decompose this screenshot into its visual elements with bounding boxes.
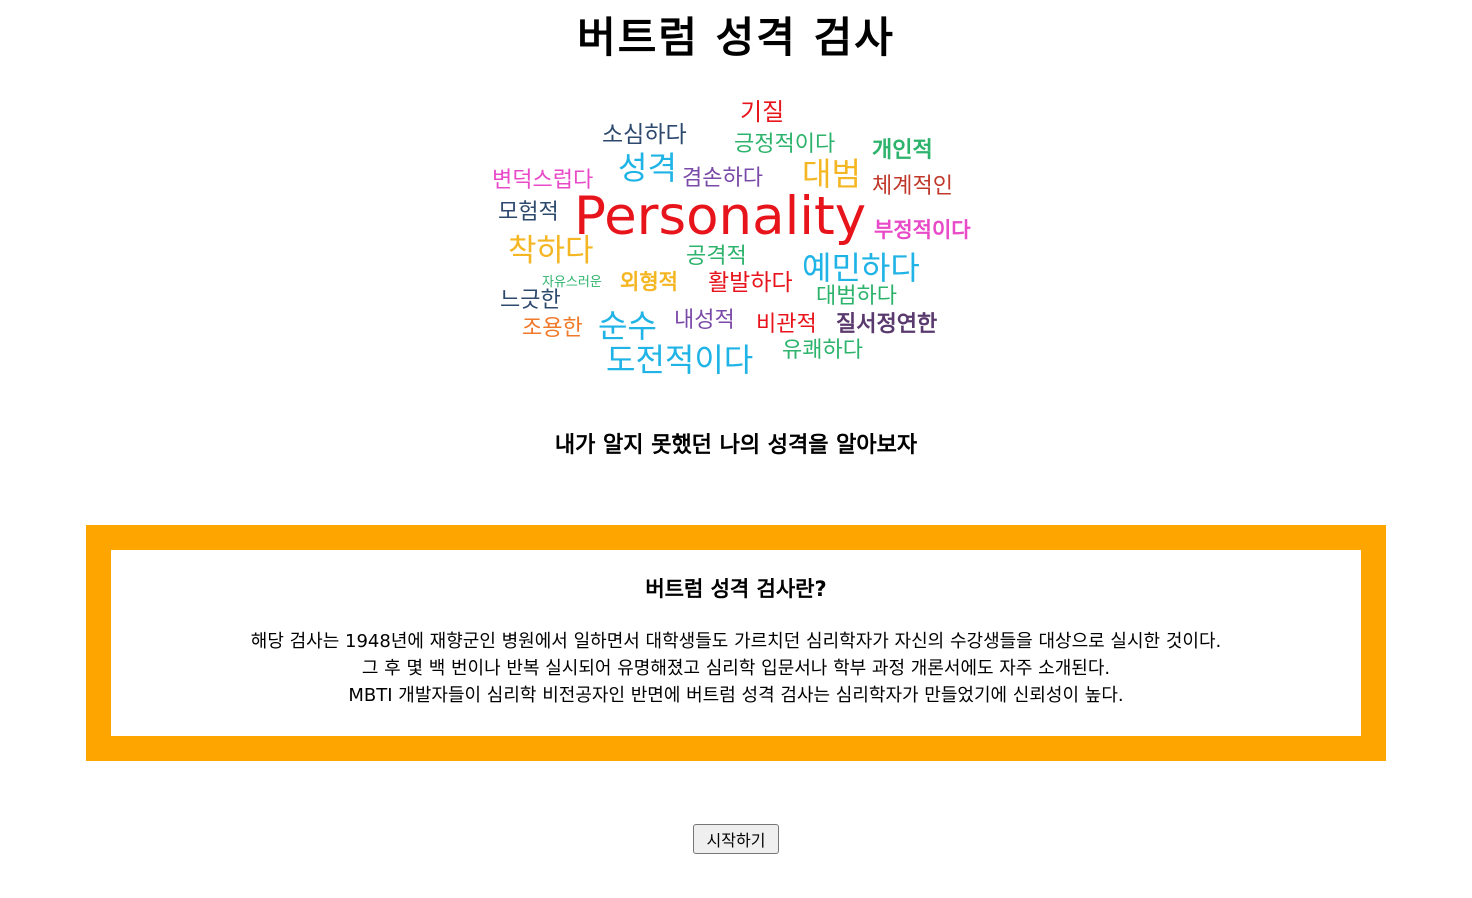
word-byeondeok: 변덕스럽다 bbox=[492, 168, 594, 193]
word-jilseo: 질서정연한 bbox=[836, 312, 938, 337]
info-box-content: 버트럼 성격 검사란? 해당 검사는 1948년에 재향군인 병원에서 일하면서… bbox=[111, 550, 1361, 736]
word-gonggyeokjeok: 공격적 bbox=[686, 244, 747, 269]
word-naeseongjeok: 내성적 bbox=[674, 308, 735, 333]
word-daebeomhada: 대범하다 bbox=[816, 284, 897, 309]
info-description: 해당 검사는 1948년에 재향군인 병원에서 일하면서 대학생들도 가르치던 … bbox=[111, 628, 1361, 709]
word-gyeomson: 겸손하다 bbox=[682, 166, 763, 191]
word-chakada: 착하다 bbox=[508, 233, 594, 269]
word-sosimhada: 소심하다 bbox=[602, 122, 687, 148]
word-joyonghan: 조용한 bbox=[522, 316, 583, 341]
info-line: MBTI 개발자들이 심리학 비전공자인 반면에 버트럼 성격 검사는 심리학자… bbox=[348, 685, 1124, 706]
info-line: 그 후 몇 백 번이나 반복 실시되어 유명해졌고 심리학 입문서나 학부 과정… bbox=[361, 658, 1111, 679]
info-line: 해당 검사는 1948년에 재향군인 병원에서 일하면서 대학생들도 가르치던 … bbox=[250, 631, 1222, 652]
word-neugeutan: 느긋한 bbox=[500, 288, 561, 313]
word-sunsu: 순수 bbox=[598, 307, 657, 345]
word-oehyeongjeok: 외형적 bbox=[620, 270, 678, 294]
word-yukwaehada: 유쾌하다 bbox=[782, 338, 863, 363]
page: 버트럼 성격 검사 Personality 기질 소심하다 긍정적이다 개인적 … bbox=[0, 0, 1472, 898]
word-bujeongjeok: 부정적이다 bbox=[874, 218, 971, 242]
word-seonggyeok: 성격 bbox=[618, 149, 677, 187]
word-hwalbalhada: 활발하다 bbox=[708, 270, 793, 296]
start-button[interactable]: 시작하기 bbox=[693, 824, 779, 854]
word-geungjeongjeok: 긍정적이다 bbox=[734, 132, 836, 157]
page-title: 버트럼 성격 검사 bbox=[577, 13, 895, 62]
word-gaeinjeok: 개인적 bbox=[872, 138, 933, 163]
word-personality: Personality bbox=[574, 186, 867, 247]
word-dojeonjeok: 도전적이다 bbox=[606, 341, 754, 379]
info-box: 버트럼 성격 검사란? 해당 검사는 1948년에 재향군인 병원에서 일하면서… bbox=[86, 525, 1386, 761]
word-bigwanjeok: 비관적 bbox=[756, 312, 817, 337]
word-cloud-image: Personality 기질 소심하다 긍정적이다 개인적 성격 변덕스럽다 겸… bbox=[486, 92, 996, 384]
word-chegyejeok: 체계적인 bbox=[872, 174, 953, 199]
word-yeminhada: 예민하다 bbox=[802, 249, 920, 287]
word-moheomjeok: 모험적 bbox=[498, 200, 559, 225]
info-heading: 버트럼 성격 검사란? bbox=[645, 577, 827, 601]
page-subtitle: 내가 알지 못했던 나의 성격을 알아보자 bbox=[554, 433, 918, 458]
word-gijil: 기질 bbox=[740, 98, 785, 126]
word-daebeom: 대범 bbox=[802, 155, 861, 193]
